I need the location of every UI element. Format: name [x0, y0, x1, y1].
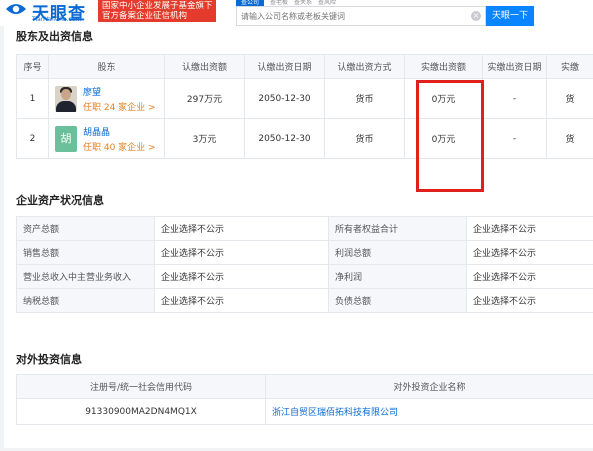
asset-label: 所有者权益合计 [328, 216, 467, 241]
company-link[interactable]: 浙江自贸区瑞佰拓科技有限公司 [265, 398, 593, 425]
col-company-name: 对外投资企业名称 [265, 374, 593, 399]
subscribed-amount: 297万元 [164, 78, 245, 119]
shareholder-role-link[interactable]: 任职 40 家企业 > [83, 140, 156, 153]
subscribed-method: 货币 [324, 78, 405, 119]
asset-label: 资产总额 [16, 216, 155, 241]
investments-title: 对外投资信息 [16, 353, 82, 366]
asset-label: 销售总额 [16, 240, 155, 265]
table-row: 1 廖望 任职 24 家企业 > 297万元 2050-12-30 货币 0万元… [16, 78, 593, 119]
banner-line-1: 国家中小企业发展子基金旗下 [102, 1, 212, 11]
search-button[interactable]: 天眼一下 [486, 6, 534, 26]
asset-value: 企业选择不公示 [466, 288, 593, 313]
table-row: 纳税总额 企业选择不公示 负债总额 企业选择不公示 [16, 288, 593, 313]
paid-date: - [482, 78, 547, 119]
asset-label: 负债总额 [328, 288, 467, 313]
eye-logo-icon [6, 4, 26, 14]
paid-method: 货 [546, 78, 593, 119]
subscribed-date: 2050-12-30 [244, 118, 325, 159]
asset-label: 利润总额 [328, 240, 467, 265]
table-row: 营业总收入中主营业务收入 企业选择不公示 净利润 企业选择不公示 [16, 264, 593, 289]
tianyancha-logo[interactable]: 天眼查 TianYanCha.com [4, 0, 96, 24]
asset-label: 营业总收入中主营业务收入 [16, 264, 155, 289]
avatar[interactable]: 胡 [55, 126, 77, 152]
asset-value: 企业选择不公示 [466, 264, 593, 289]
table-row: 销售总额 企业选择不公示 利润总额 企业选择不公示 [16, 240, 593, 265]
asset-value: 企业选择不公示 [154, 240, 329, 265]
investments-table: 注册号/统一社会信用代码 对外投资企业名称 91330900MA2DN4MQ1X… [16, 374, 593, 425]
shareholder-name-link[interactable]: 胡晶晶 [83, 125, 110, 138]
row-index: 1 [16, 78, 49, 119]
avatar[interactable] [55, 86, 77, 112]
table-row: 91330900MA2DN4MQ1X 浙江自贸区瑞佰拓科技有限公司 [16, 398, 593, 425]
col-paid-date: 实缴出资日期 [482, 54, 547, 79]
promo-banner[interactable]: 国家中小企业发展子基金旗下 官方备案企业征信机构 [98, 0, 216, 22]
paid-method: 货 [546, 118, 593, 159]
assets-title: 企业资产状况信息 [16, 194, 104, 207]
main-panel: 股东及出资信息 序号 股东 认缴出资额 认缴出资日期 认缴出资方式 实缴出资额 … [4, 26, 593, 448]
search-box: × [236, 6, 486, 26]
table-row: 2 胡 胡晶晶 任职 40 家企业 > 3万元 2050-12-30 货币 0万… [16, 118, 593, 159]
subscribed-date: 2050-12-30 [244, 78, 325, 119]
clear-icon[interactable]: × [471, 11, 481, 21]
banner-line-2: 官方备案企业征信机构 [102, 11, 188, 21]
shareholder-name-link[interactable]: 廖望 [83, 85, 101, 98]
shareholders-table: 序号 股东 认缴出资额 认缴出资日期 认缴出资方式 实缴出资额 实缴出资日期 实… [16, 54, 593, 159]
asset-value: 企业选择不公示 [154, 216, 329, 241]
asset-value: 企业选择不公示 [466, 240, 593, 265]
search-input[interactable] [237, 7, 457, 25]
col-paid-amount: 实缴出资额 [404, 54, 483, 79]
subscribed-amount: 3万元 [164, 118, 245, 159]
shareholder-cell: 胡 胡晶晶 任职 40 家企业 > [48, 118, 165, 159]
subscribed-method: 货币 [324, 118, 405, 159]
table-header-row: 序号 股东 认缴出资额 认缴出资日期 认缴出资方式 实缴出资额 实缴出资日期 实… [16, 54, 593, 79]
table-header-row: 注册号/统一社会信用代码 对外投资企业名称 [16, 374, 593, 399]
col-subscribed-method: 认缴出资方式 [324, 54, 405, 79]
asset-value: 企业选择不公示 [466, 216, 593, 241]
col-subscribed-date: 认缴出资日期 [244, 54, 325, 79]
paid-date: - [482, 118, 547, 159]
assets-table: 资产总额 企业选择不公示 所有者权益合计 企业选择不公示 销售总额 企业选择不公… [16, 216, 593, 313]
table-row: 资产总额 企业选择不公示 所有者权益合计 企业选择不公示 [16, 216, 593, 241]
highlight-box [416, 80, 484, 192]
top-header: 天眼查 TianYanCha.com 国家中小企业发展子基金旗下 官方备案企业征… [0, 0, 593, 26]
credit-code: 91330900MA2DN4MQ1X [16, 398, 266, 425]
col-paid-method: 实缴 [546, 54, 593, 79]
asset-label: 纳税总额 [16, 288, 155, 313]
shareholder-cell: 廖望 任职 24 家企业 > [48, 78, 165, 119]
row-index: 2 [16, 118, 49, 159]
shareholder-role-link[interactable]: 任职 24 家企业 > [83, 100, 156, 113]
shareholders-title: 股东及出资信息 [16, 30, 93, 43]
asset-value: 企业选择不公示 [154, 288, 329, 313]
logo-subtext: TianYanCha.com [32, 16, 82, 23]
col-shareholder: 股东 [48, 54, 165, 79]
asset-label: 净利润 [328, 264, 467, 289]
col-index: 序号 [16, 54, 49, 79]
col-subscribed-amount: 认缴出资额 [164, 54, 245, 79]
asset-value: 企业选择不公示 [154, 264, 329, 289]
col-credit-code: 注册号/统一社会信用代码 [16, 374, 266, 399]
